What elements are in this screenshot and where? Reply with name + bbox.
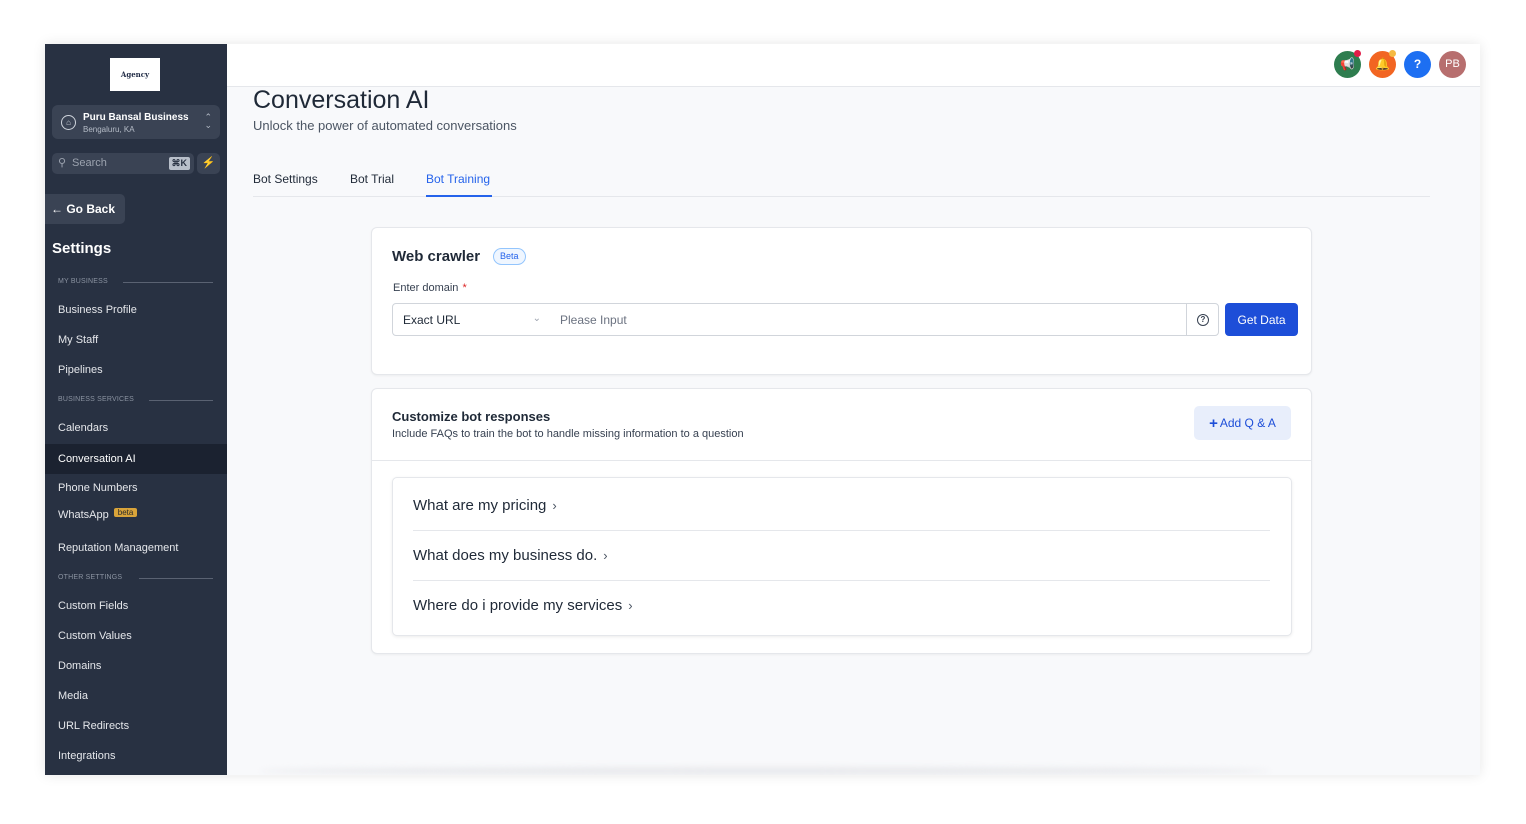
app-window: Agency ⌂ Puru Bansal Business Bengaluru,… (45, 44, 1480, 775)
get-data-button[interactable]: Get Data (1225, 303, 1298, 336)
whatsapp-label: WhatsApp (58, 509, 109, 521)
web-crawler-card: Web crawler Beta Enter domain * Exact URL… (371, 227, 1312, 375)
chevron-right-icon: › (603, 548, 608, 563)
sidebar-item-whatsapp[interactable]: WhatsApp beta (58, 508, 138, 521)
web-crawler-title: Web crawler (392, 248, 481, 265)
sidebar-item-my-staff[interactable]: My Staff (58, 334, 98, 346)
required-mark: * (462, 282, 467, 294)
beta-badge: Beta (493, 248, 526, 265)
sidebar: Agency ⌂ Puru Bansal Business Bengaluru,… (45, 44, 227, 775)
notification-dot (1389, 50, 1396, 57)
faq-question: Where do i provide my services (413, 597, 623, 614)
add-qa-button[interactable]: + Add Q & A (1194, 406, 1291, 440)
sidebar-item-domains[interactable]: Domains (58, 660, 101, 672)
sidebar-item-media[interactable]: Media (58, 690, 88, 702)
section-divider (139, 578, 213, 579)
domain-label-text: Enter domain (393, 282, 459, 294)
sidebar-item-custom-values[interactable]: Custom Values (58, 630, 132, 642)
location-icon: ⌂ (61, 115, 76, 130)
sidebar-item-business-profile[interactable]: Business Profile (58, 304, 137, 316)
sidebar-item-custom-fields[interactable]: Custom Fields (58, 600, 128, 612)
faq-list: What are my pricing › What does my busine… (392, 477, 1292, 636)
faq-question: What are my pricing (413, 497, 547, 514)
customize-title: Customize bot responses (392, 409, 551, 424)
section-other-settings: OTHER SETTINGS (58, 574, 123, 581)
customize-responses-card: Customize bot responses Include FAQs to … (371, 388, 1312, 654)
help-icon[interactable]: ? (1404, 51, 1431, 78)
faq-divider (413, 580, 1270, 581)
notification-dot (1354, 50, 1361, 57)
question-circle-icon: ? (1197, 314, 1209, 326)
sidebar-item-reputation-management[interactable]: Reputation Management (58, 542, 178, 554)
account-name: Puru Bansal Business (83, 112, 189, 123)
sidebar-item-phone-numbers[interactable]: Phone Numbers (58, 482, 138, 494)
tab-bot-training[interactable]: Bot Training (426, 172, 490, 186)
tab-bot-trial[interactable]: Bot Trial (350, 172, 394, 186)
chevron-right-icon: › (628, 598, 633, 613)
sidebar-item-calendars[interactable]: Calendars (58, 422, 108, 434)
search-icon: ⚲ (58, 157, 67, 169)
scroll-shadow (260, 767, 1270, 775)
domain-label: Enter domain * (393, 282, 467, 294)
section-business-services: BUSINESS SERVICES (58, 396, 135, 403)
customize-subtitle: Include FAQs to train the bot to handle … (392, 428, 744, 440)
sidebar-item-integrations[interactable]: Integrations (58, 750, 115, 762)
search-input[interactable]: ⚲ Search ⌘K (52, 153, 194, 174)
account-location: Bengaluru, KA (83, 125, 135, 134)
chevron-down-icon: ⌄ (532, 313, 541, 324)
agency-logo[interactable]: Agency (110, 58, 160, 91)
add-qa-label: Add Q & A (1219, 415, 1276, 430)
quick-action-bolt-icon[interactable]: ⚡ (197, 153, 220, 174)
account-switcher[interactable]: ⌂ Puru Bansal Business Bengaluru, KA ⌃ ⌄ (52, 105, 220, 139)
faq-question: What does my business do. (413, 547, 598, 564)
faq-item[interactable]: Where do i provide my services › (413, 597, 633, 614)
faq-divider (413, 530, 1270, 531)
go-back-label: Go Back (66, 202, 116, 216)
logo-text: Agency (120, 70, 150, 79)
section-divider (149, 400, 213, 401)
tab-bot-settings[interactable]: Bot Settings (253, 172, 318, 186)
help-tooltip-button[interactable]: ? (1186, 303, 1219, 336)
page-subtitle: Unlock the power of automated conversati… (253, 118, 517, 133)
go-back-button[interactable]: ← Go Back (45, 194, 125, 224)
section-divider (123, 282, 213, 283)
chevron-right-icon: › (552, 498, 557, 513)
faq-item[interactable]: What are my pricing › (413, 497, 557, 514)
topbar: 📢 🔔 ? PB (227, 44, 1480, 87)
domain-input[interactable] (549, 303, 1187, 336)
section-my-business: MY BUSINESS (58, 278, 108, 285)
page-title: Conversation AI (253, 86, 430, 114)
search-placeholder: Search (72, 157, 107, 169)
sidebar-item-url-redirects[interactable]: URL Redirects (58, 720, 129, 732)
faq-item[interactable]: What does my business do. › (413, 547, 608, 564)
shortcut-badge: ⌘K (168, 157, 190, 170)
url-type-select[interactable]: Exact URL ⌄ (392, 303, 550, 336)
active-tab-indicator (426, 195, 492, 197)
plus-icon: + (1209, 414, 1218, 432)
user-avatar[interactable]: PB (1439, 51, 1466, 78)
url-type-value: Exact URL (403, 313, 461, 327)
sidebar-item-conversation-ai[interactable]: Conversation AI (45, 444, 227, 474)
chevron-updown-icon: ⌃ ⌄ (204, 112, 212, 130)
beta-badge: beta (113, 508, 138, 517)
settings-heading: Settings (52, 240, 112, 257)
sidebar-item-pipelines[interactable]: Pipelines (58, 364, 103, 376)
card-divider (372, 460, 1312, 461)
